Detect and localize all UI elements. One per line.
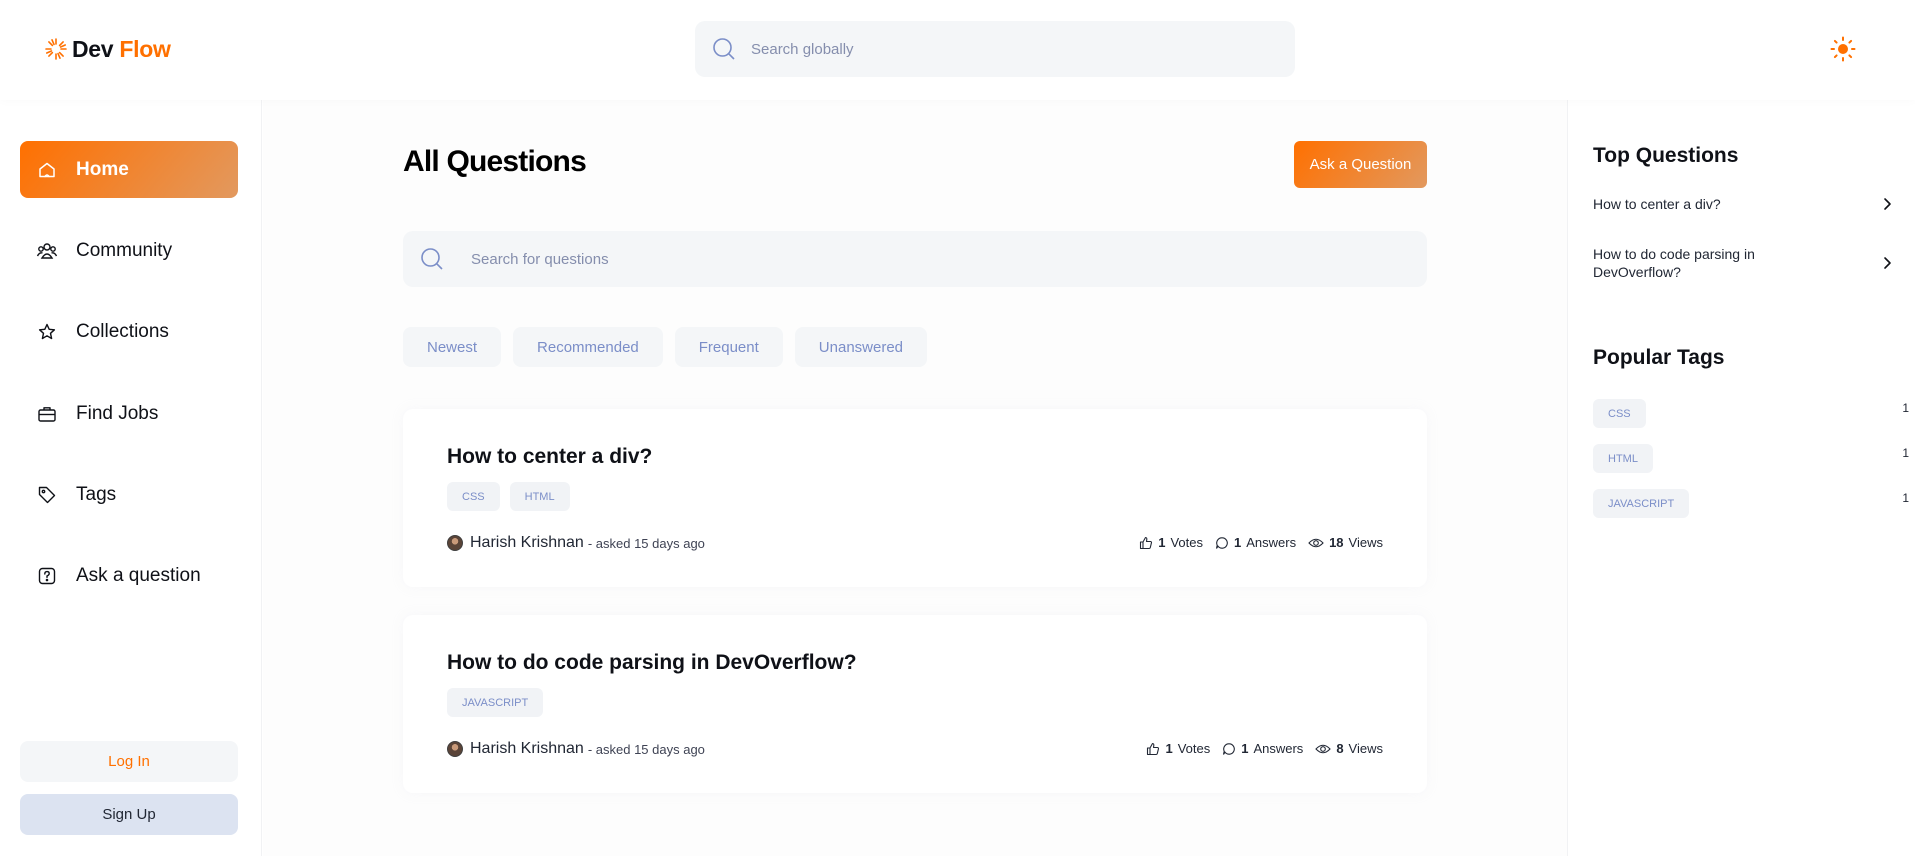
popular-tag-row: HTML 1 [1593,444,1909,473]
question-search [403,231,1427,287]
logo-text: Dev Flow [72,35,171,62]
thumbs-up-icon [1140,536,1153,549]
star-icon [36,321,58,343]
search-icon [421,248,443,270]
sidebar-item-label: Community [76,239,173,261]
top-navbar: Dev Flow [0,0,1915,100]
eye-icon [1308,538,1324,547]
sidebar-item-label: Home [76,158,129,180]
filter-bar: Newest Recommended Frequent Unanswered [403,327,928,367]
question-stats: 1 Votes 1 Answers 18 Views [1139,535,1383,550]
avatar[interactable] [447,741,463,757]
tag-count: 1 [1902,490,1909,505]
tag-icon [36,484,58,506]
answers-stat: 1 Answers [1215,535,1296,550]
question-tags: CSS HTML [447,482,570,511]
sidebar-item-label: Ask a question [76,564,201,586]
tag-badge[interactable]: CSS [1593,399,1646,428]
right-sidebar: Top Questions How to center a div? How t… [1567,100,1915,856]
avatar[interactable] [447,535,463,551]
main-content: All Questions Ask a Question Newest Reco… [263,100,1567,856]
asked-time: - asked 15 days ago [587,535,705,551]
filter-newest[interactable]: Newest [403,327,502,367]
filter-frequent[interactable]: Frequent [674,327,783,367]
votes-stat: 1 Votes [1139,535,1203,550]
question-title[interactable]: How to center a div? [447,445,652,469]
question-stats: 1 Votes 1 Answers 8 Views [1146,741,1383,756]
views-stat: 18 Views [1308,535,1383,550]
thumbs-up-icon [1147,742,1160,755]
top-question-item[interactable]: How to center a div? [1593,195,1893,213]
filter-recommended[interactable]: Recommended [513,327,663,367]
sidebar-item-label: Collections [76,320,169,342]
chevron-right-icon [1884,198,1891,210]
left-sidebar: Home Community Collections Find Jobs Tag… [0,100,262,856]
search-icon [713,38,735,60]
ask-question-button[interactable]: Ask a Question [1294,141,1427,188]
home-icon [36,159,58,181]
question-card: How to do code parsing in DevOverflow? J… [403,615,1427,793]
sidebar-item-label: Find Jobs [76,402,159,424]
logo[interactable]: Dev Flow [44,34,171,64]
popular-tag-row: CSS 1 [1593,399,1909,428]
login-button[interactable]: Log In [20,741,238,782]
top-question-text: How to do code parsing in DevOverflow? [1593,246,1755,280]
briefcase-icon [36,403,58,425]
sidebar-item-home[interactable]: Home [20,141,238,198]
page-title: All Questions [403,145,587,178]
tag-count: 1 [1902,445,1909,460]
question-card: How to center a div? CSS HTML Harish Kri… [403,409,1427,587]
message-icon [1223,742,1236,755]
votes-stat: 1 Votes [1146,741,1210,756]
top-questions-title: Top Questions [1593,144,1739,167]
top-question-item[interactable]: How to do code parsing in DevOverflow? [1593,245,1893,281]
question-meta: Harish Krishnan - asked 15 days ago [447,534,705,552]
sidebar-item-label: Tags [76,483,117,505]
logo-icon [45,38,67,60]
filter-unanswered[interactable]: Unanswered [794,327,928,367]
global-search [695,21,1295,77]
question-title[interactable]: How to do code parsing in DevOverflow? [447,651,857,675]
chevron-right-icon [1884,257,1891,269]
tag-badge[interactable]: JAVASCRIPT [1593,489,1690,518]
popular-tag-row: JAVASCRIPT 1 [1593,489,1909,518]
sun-icon[interactable] [1830,36,1856,62]
question-meta: Harish Krishnan - asked 15 days ago [447,740,705,758]
views-stat: 8 Views [1315,741,1383,756]
answers-stat: 1 Answers [1222,741,1303,756]
tag-count: 1 [1902,400,1909,415]
top-question-text: How to center a div? [1593,196,1721,212]
tag-badge[interactable]: HTML [509,482,570,511]
question-search-input[interactable] [471,250,1371,268]
sidebar-item-find-jobs[interactable]: Find Jobs [20,385,238,442]
tag-badge[interactable]: CSS [447,482,500,511]
signup-button[interactable]: Sign Up [20,794,238,835]
sidebar-item-tags[interactable]: Tags [20,466,238,523]
author-name[interactable]: Harish Krishnan [470,740,584,758]
question-icon [36,565,58,587]
tag-badge[interactable]: HTML [1593,444,1653,473]
sidebar-item-ask-question[interactable]: Ask a question [20,547,238,604]
eye-icon [1315,744,1332,753]
question-tags: JAVASCRIPT [447,688,544,717]
message-icon [1215,536,1228,549]
sidebar-item-community[interactable]: Community [20,222,238,279]
tag-badge[interactable]: JAVASCRIPT [447,688,544,717]
sidebar-item-collections[interactable]: Collections [20,303,238,360]
popular-tags-title: Popular Tags [1593,346,1725,369]
users-icon [36,240,58,262]
global-search-input[interactable] [751,40,1271,58]
author-name[interactable]: Harish Krishnan [470,534,584,552]
asked-time: - asked 15 days ago [587,741,705,757]
